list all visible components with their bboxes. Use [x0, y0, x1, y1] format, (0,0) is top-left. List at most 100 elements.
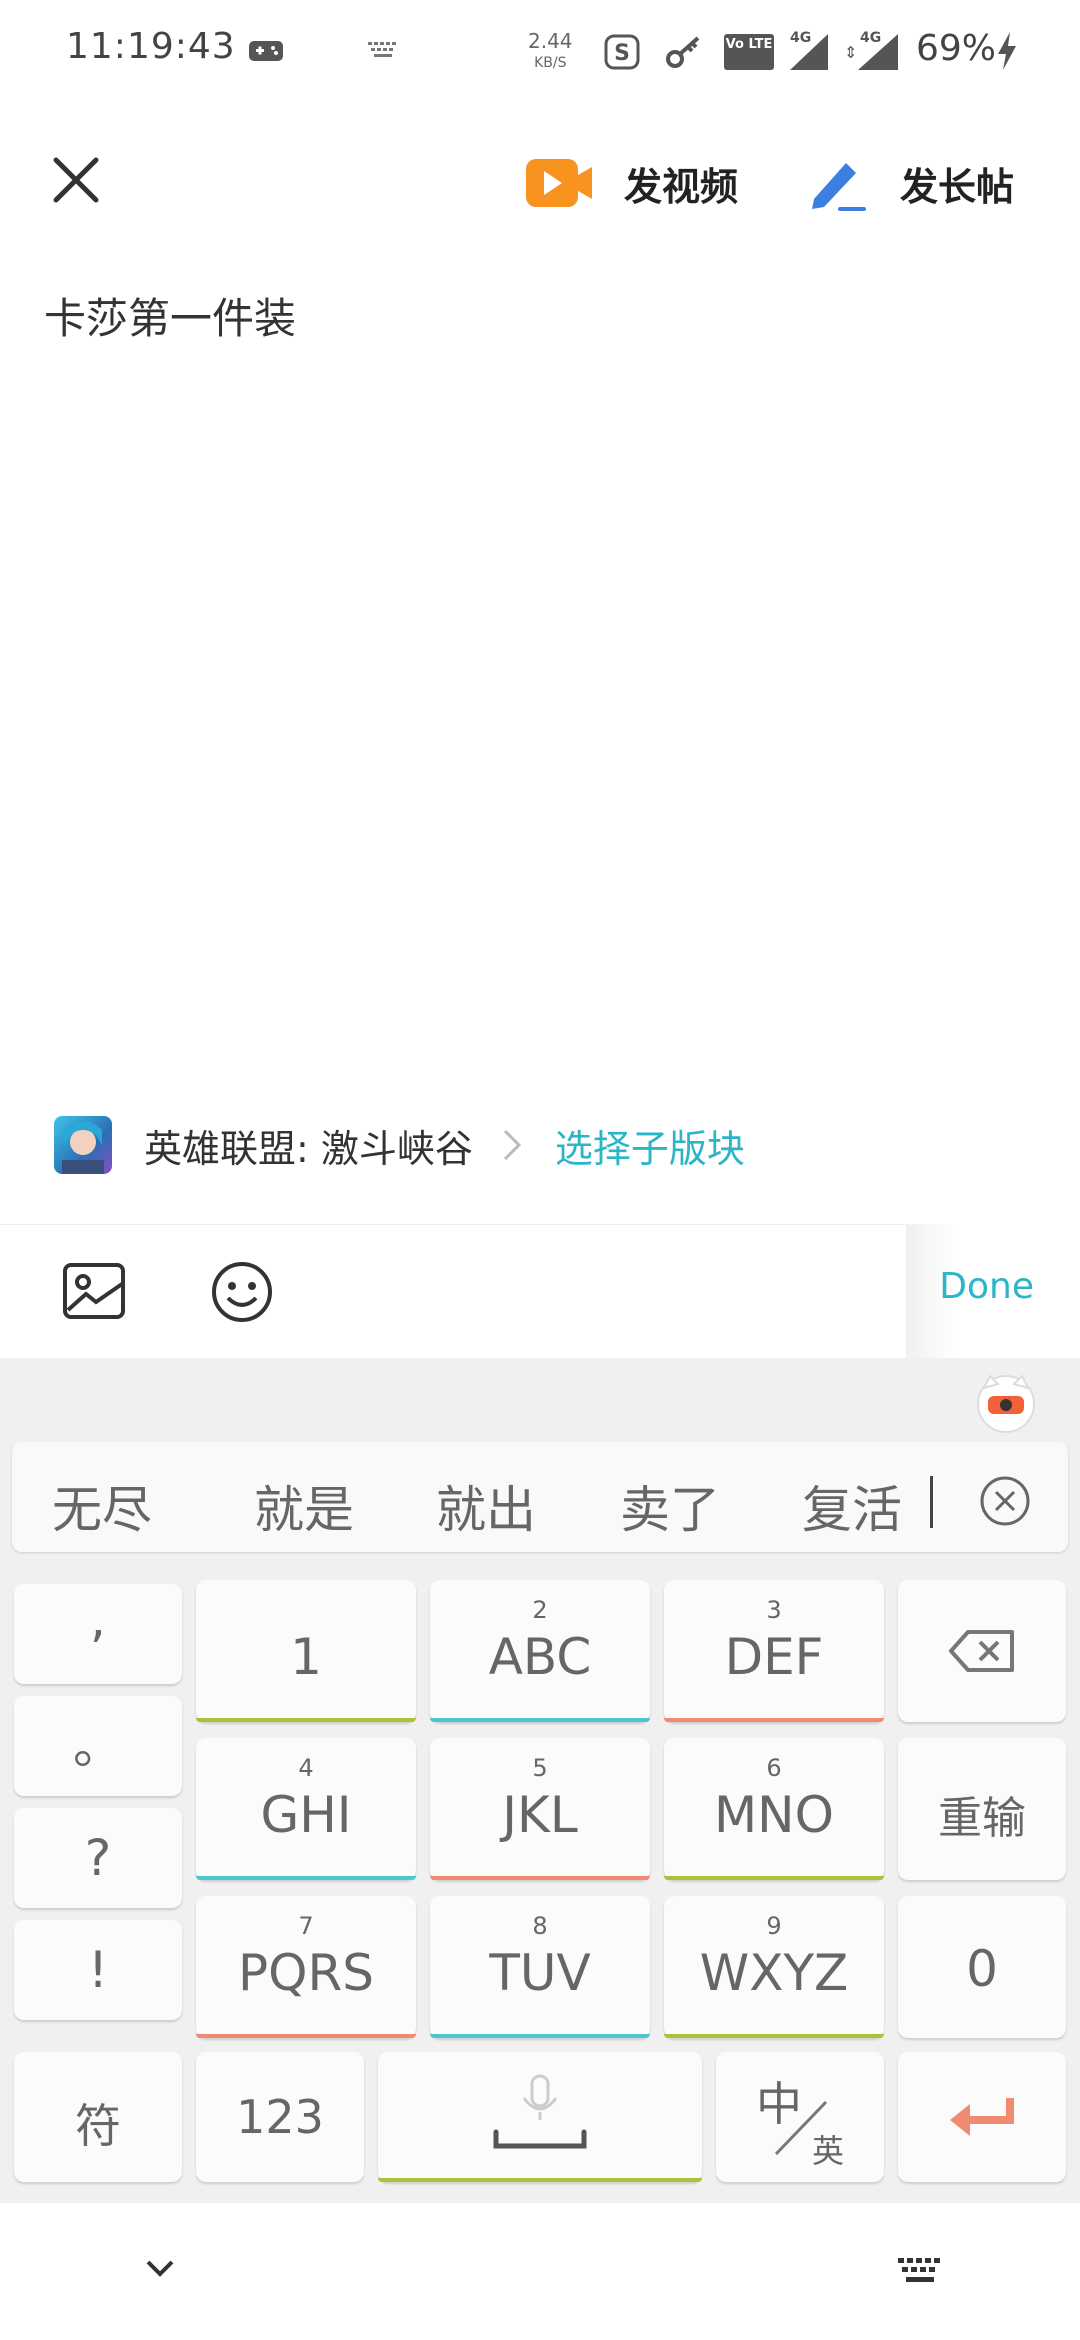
key-underline: [664, 2034, 884, 2038]
key-3-label: DEF: [724, 1628, 824, 1686]
key-8-num: 8: [532, 1912, 548, 1940]
candidate-2[interactable]: 就是: [254, 1470, 354, 1542]
key-underline: [430, 1718, 650, 1722]
post-video-label: 发视频: [624, 164, 739, 209]
video-camera-icon: [526, 159, 592, 207]
key-2[interactable]: 2 ABC: [430, 1580, 650, 1722]
reenter-label: 重输: [938, 1793, 1026, 1844]
key-underline: [196, 2034, 416, 2038]
key-5[interactable]: 5 JKL: [430, 1738, 650, 1880]
key-4-num: 4: [298, 1754, 314, 1782]
key-0[interactable]: 0: [898, 1896, 1066, 2038]
key-underline: [196, 1876, 416, 1880]
net-speed-value: 2.44: [528, 29, 573, 53]
key-5-label: JKL: [502, 1786, 578, 1844]
battery-percent: 69%: [916, 28, 997, 69]
reenter-key[interactable]: 重输: [898, 1738, 1066, 1880]
key-6-num: 6: [766, 1754, 782, 1782]
gamepad-icon: [249, 41, 283, 61]
lang-en-label: 英: [812, 2132, 845, 2170]
net-speed-unit: KB/S: [534, 55, 567, 71]
symbol-label: 符: [75, 2099, 121, 2153]
key-8-label: TUV: [489, 1944, 591, 2002]
key-icon: [666, 36, 700, 68]
emoji-icon[interactable]: [210, 1260, 274, 1324]
status-time: 11:19:43: [66, 26, 236, 67]
punct-comma-key[interactable]: ,: [14, 1584, 182, 1684]
punct-question-key[interactable]: ?: [14, 1808, 182, 1908]
key-4-label: GHI: [260, 1786, 352, 1844]
candidate-1[interactable]: 无尽: [52, 1470, 152, 1542]
close-icon[interactable]: [46, 150, 106, 210]
key-0-label: 0: [966, 1940, 998, 1998]
enter-arrow-icon: [950, 2098, 1014, 2136]
volte-icon: Vo LTE: [724, 34, 774, 70]
keyboard-switch-icon[interactable]: [896, 2256, 944, 2288]
post-video-button[interactable]: 发视频: [524, 150, 738, 216]
key-7[interactable]: 7 PQRS: [196, 1896, 416, 2038]
key-underline: [664, 1876, 884, 1880]
key-underline: [378, 2178, 702, 2182]
candidate-4[interactable]: 卖了: [620, 1470, 720, 1542]
signal-2-icon: ⇕ 4G: [844, 30, 898, 70]
select-sub-section-link[interactable]: 选择子版块: [555, 1118, 745, 1173]
candidate-5[interactable]: 复活: [802, 1470, 902, 1542]
key-8[interactable]: 8 TUV: [430, 1896, 650, 2038]
sogou-icon: S: [604, 34, 640, 70]
svg-text:S: S: [614, 41, 630, 66]
key-4[interactable]: 4 GHI: [196, 1738, 416, 1880]
language-switch-key[interactable]: 中 英: [716, 2052, 884, 2182]
svg-text:4G: 4G: [790, 30, 811, 46]
signal-1-icon: 4G: [790, 30, 828, 70]
status-bar: 11:19:43 2.44 KB/S S Vo LTE 4G ⇕ 4G 69%: [0, 0, 1080, 100]
forum-avatar: [54, 1116, 112, 1174]
forum-selector[interactable]: 英雄联盟: 激斗峡谷 选择子版块: [54, 1114, 745, 1176]
candidate-cursor: [930, 1476, 933, 1528]
key-1-label: 1: [290, 1628, 322, 1686]
long-post-label: 发长帖: [900, 164, 1015, 209]
key-3-num: 3: [766, 1596, 782, 1624]
key-7-label: PQRS: [238, 1944, 374, 2002]
image-icon[interactable]: [62, 1262, 126, 1320]
forum-avatar-image: [62, 1121, 104, 1174]
charging-icon: [998, 32, 1016, 70]
key-9-label: WXYZ: [699, 1944, 849, 2002]
key-2-num: 2: [532, 1596, 548, 1624]
key-6-label: MNO: [714, 1786, 834, 1844]
key-1[interactable]: 1: [196, 1580, 416, 1722]
svg-text:4G: 4G: [860, 30, 881, 46]
key-2-label: ABC: [488, 1628, 592, 1686]
key-9-num: 9: [766, 1912, 782, 1940]
key-underline: [430, 2034, 650, 2038]
key-7-num: 7: [298, 1912, 314, 1940]
numeric-label: 123: [236, 2090, 324, 2144]
punct-period-key[interactable]: 。: [14, 1696, 182, 1796]
backspace-icon: [949, 1630, 1014, 1672]
pen-icon: [812, 163, 866, 211]
svg-text:⇕: ⇕: [844, 43, 857, 62]
symbol-key[interactable]: 符: [14, 2052, 182, 2182]
backspace-key[interactable]: [898, 1580, 1066, 1722]
key-3[interactable]: 3 DEF: [664, 1580, 884, 1722]
forum-name: 英雄联盟: 激斗峡谷: [144, 1126, 473, 1171]
candidate-3[interactable]: 就出: [436, 1470, 536, 1542]
space-key[interactable]: [378, 2052, 702, 2182]
close-candidates-icon[interactable]: [978, 1474, 1032, 1528]
key-9[interactable]: 9 WXYZ: [664, 1896, 884, 2038]
punct-exclaim-key[interactable]: !: [14, 1920, 182, 2020]
key-underline: [664, 1718, 884, 1722]
chevron-right-icon: [503, 1129, 522, 1161]
done-button[interactable]: Done: [939, 1266, 1034, 1307]
net-speed: 2.44 KB/S: [528, 30, 573, 74]
keyboard-status-icon: [368, 42, 396, 57]
enter-key[interactable]: [898, 2052, 1066, 2182]
ime-mascot-icon[interactable]: [974, 1370, 1038, 1434]
key-underline: [196, 1718, 416, 1722]
key-6[interactable]: 6 MNO: [664, 1738, 884, 1880]
long-post-button[interactable]: 发长帖: [806, 150, 1014, 216]
hide-keyboard-chevron-icon[interactable]: [142, 2256, 178, 2280]
key-5-num: 5: [532, 1754, 548, 1782]
post-content-input[interactable]: 卡莎第一件装: [44, 285, 296, 346]
microphone-icon: [493, 2074, 587, 2149]
numeric-key[interactable]: 123: [196, 2052, 364, 2182]
